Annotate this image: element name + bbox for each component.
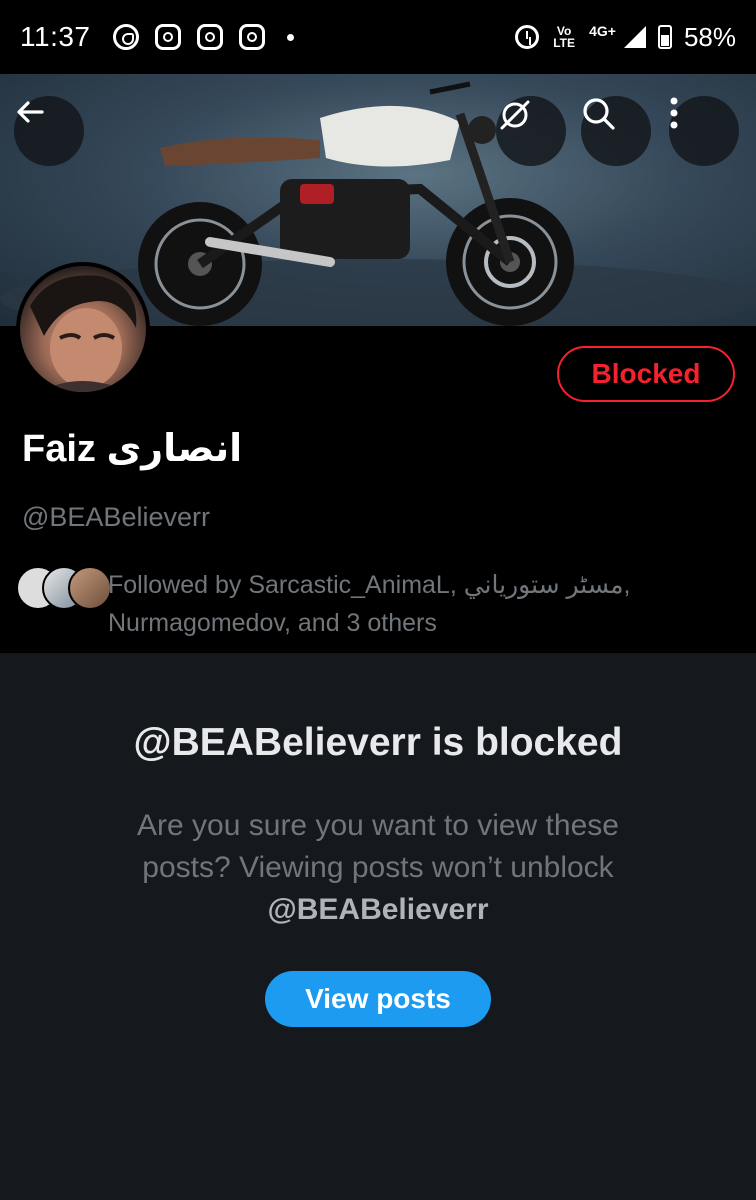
instagram-icon [238, 24, 265, 50]
blocked-message: Are you sure you want to view these post… [90, 805, 666, 931]
status-time: 11:37 [20, 21, 91, 52]
blocked-button[interactable]: Blocked [557, 346, 735, 402]
alarm-icon [515, 25, 540, 49]
profile-handle: @BEABelieverr [22, 502, 210, 532]
volte-label: Vo LTE [553, 24, 575, 50]
battery-percent: 58% [683, 21, 736, 52]
profile-avatar[interactable] [16, 262, 150, 396]
status-bar: 11:37 Vo LTE 4G+ 58% [0, 0, 756, 74]
back-button[interactable] [14, 96, 84, 166]
system-indicators: Vo LTE 4G+ 58% [515, 22, 736, 53]
screen: 11:37 Vo LTE 4G+ 58% Blocked Faiz انصاری… [0, 0, 756, 1200]
whatsapp-icon [112, 24, 139, 50]
instagram-icon [196, 24, 223, 50]
avatar-photo [30, 275, 137, 392]
hide-button[interactable] [496, 96, 566, 166]
notification-icons [112, 24, 294, 50]
back-arrow-icon [17, 101, 44, 123]
more-options-button[interactable] [669, 96, 739, 166]
eye-slash-icon [500, 100, 530, 130]
more-vertical-icon [670, 97, 678, 129]
more-notifications-dot [286, 33, 294, 41]
battery-icon [657, 25, 672, 49]
blocked-message-handle: @BEABelieverr [267, 893, 489, 926]
follower-avatar [68, 566, 112, 610]
display-name: Faiz انصاری [22, 428, 243, 470]
followed-by-text[interactable]: Followed by Sarcastic_AnimaL, مسٹر ستوري… [108, 566, 728, 642]
search-button[interactable] [581, 96, 651, 166]
blocked-message-text: Are you sure you want to view these post… [137, 809, 619, 884]
blocked-notice: @BEABelieverr is blocked Are you sure yo… [0, 653, 756, 1200]
followed-by-avatars[interactable] [16, 566, 112, 610]
blocked-title: @BEABelieverr is blocked [133, 721, 623, 764]
instagram-icon [154, 24, 181, 50]
network-type: 4G+ [589, 23, 616, 39]
search-icon [583, 98, 615, 130]
view-posts-button[interactable]: View posts [265, 971, 491, 1027]
signal-icon [623, 26, 646, 48]
